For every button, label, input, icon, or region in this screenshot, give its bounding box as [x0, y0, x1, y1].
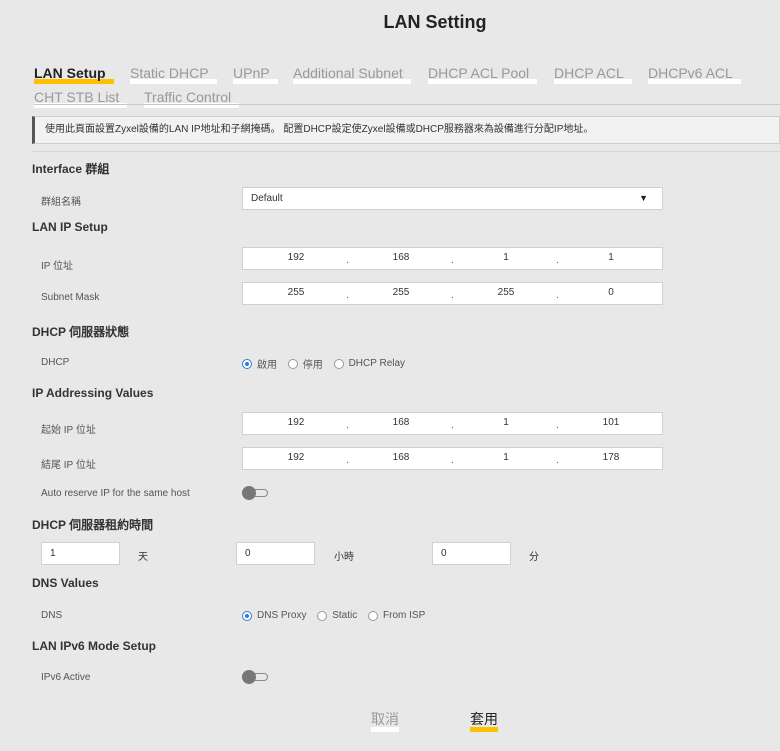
dns-radio-proxy[interactable]: DNS Proxy [242, 610, 306, 621]
group-name-select[interactable]: Default ▼ [242, 187, 663, 210]
start-ip-field: 192 . 168 . 1 . 101 [242, 412, 663, 435]
end-ip-octet-1[interactable]: 192 [256, 448, 336, 469]
radio-empty-icon [317, 610, 328, 621]
start-ip-octet-2[interactable]: 168 [361, 413, 441, 434]
end-ip-octet-4[interactable]: 178 [571, 448, 651, 469]
lease-days-input[interactable]: 1 [41, 542, 120, 565]
page-title: LAN Setting [383, 12, 487, 32]
lease-days-unit: 天 [138, 552, 148, 563]
tab-traffic-control[interactable]: Traffic Control [144, 88, 240, 108]
mask-octet-3[interactable]: 255 [466, 283, 546, 304]
cancel-button[interactable]: 取消 [371, 709, 399, 732]
mask-octet-2[interactable]: 255 [361, 283, 441, 304]
group-name-value: Default [251, 193, 283, 204]
auto-reserve-toggle[interactable] [242, 486, 269, 500]
end-ip-field: 192 . 168 . 1 . 178 [242, 447, 663, 470]
ip-octet-1[interactable]: 192 [256, 248, 336, 269]
toggle-knob [242, 486, 256, 500]
tab-upnp[interactable]: UPnP [233, 64, 278, 84]
apply-button[interactable]: 套用 [470, 709, 498, 732]
ip-octet-3[interactable]: 1 [466, 248, 546, 269]
ip-octet-2[interactable]: 168 [361, 248, 441, 269]
start-ip-octet-3[interactable]: 1 [466, 413, 546, 434]
dhcp-radio-enable[interactable]: 啟用 [242, 356, 277, 371]
lease-minutes-input[interactable]: 0 [432, 542, 511, 565]
radio-empty-icon [368, 610, 379, 621]
tab-dhcp-acl[interactable]: DHCP ACL [554, 64, 632, 84]
start-ip-label: 起始 IP 位址 [41, 425, 96, 436]
radio-empty-icon [333, 358, 344, 369]
section-ip-addressing: IP Addressing Values [32, 386, 154, 400]
subnet-mask-field: 255 . 255 . 255 . 0 [242, 282, 663, 305]
section-dhcp-server: DHCP 伺服器狀態 [32, 325, 130, 339]
tab-static-dhcp[interactable]: Static DHCP [130, 64, 217, 84]
section-interface-group: Interface 群組 [32, 162, 110, 176]
ip-address-label: IP 位址 [41, 261, 74, 272]
section-dns-values: DNS Values [32, 576, 99, 590]
subnet-mask-label: Subnet Mask [41, 292, 100, 303]
ip-address-field: 192 . 168 . 1 . 1 [242, 247, 663, 270]
divider [32, 151, 780, 152]
section-lan-ipv6: LAN IPv6 Mode Setup [32, 639, 157, 653]
ipv6-active-toggle[interactable] [242, 670, 269, 684]
dhcp-radio-group: 啟用 停用 DHCP Relay [242, 356, 413, 372]
section-lease-time: DHCP 伺服器租約時間 [32, 518, 154, 532]
dns-label: DNS [41, 610, 63, 621]
radio-checked-icon [242, 358, 252, 369]
lease-hours-unit: 小時 [334, 552, 354, 563]
toggle-knob [242, 670, 256, 684]
section-lan-ip-setup: LAN IP Setup [32, 220, 108, 234]
dhcp-radio-disable[interactable]: 停用 [287, 356, 323, 371]
end-ip-octet-3[interactable]: 1 [466, 448, 546, 469]
start-ip-octet-4[interactable]: 101 [571, 413, 651, 434]
mask-octet-4[interactable]: 0 [571, 283, 651, 304]
dns-radio-from-isp[interactable]: From ISP [368, 610, 425, 621]
end-ip-label: 結尾 IP 位址 [41, 460, 96, 471]
start-ip-octet-1[interactable]: 192 [256, 413, 336, 434]
tab-dhcpv6-acl[interactable]: DHCPv6 ACL [648, 64, 741, 84]
tab-additional-subnet[interactable]: Additional Subnet [293, 64, 411, 84]
auto-reserve-label: Auto reserve IP for the same host [41, 488, 190, 499]
radio-checked-icon [242, 610, 252, 621]
group-name-label: 群組名稱 [41, 197, 81, 208]
tab-lan-setup[interactable]: LAN Setup [34, 64, 114, 84]
caret-down-icon: ▼ [639, 193, 648, 203]
dhcp-radio-relay[interactable]: DHCP Relay [333, 358, 405, 369]
mask-octet-1[interactable]: 255 [256, 283, 336, 304]
ip-octet-4[interactable]: 1 [571, 248, 651, 269]
dns-radio-group: DNS Proxy Static From ISP [242, 610, 433, 624]
end-ip-octet-2[interactable]: 168 [361, 448, 441, 469]
lease-hours-input[interactable]: 0 [236, 542, 315, 565]
tab-dhcp-acl-pool[interactable]: DHCP ACL Pool [428, 64, 538, 84]
radio-empty-icon [287, 358, 298, 369]
tab-cht-stb-list[interactable]: CHT STB List [34, 88, 128, 108]
dhcp-label: DHCP [41, 357, 70, 368]
ipv6-active-label: IPv6 Active [41, 672, 91, 683]
dns-radio-static[interactable]: Static [317, 610, 357, 621]
lease-minutes-unit: 分 [529, 552, 539, 563]
info-notice: 使用此頁面設置Zyxel設備的LAN IP地址和子網掩碼。 配置DHCP設定使Z… [32, 116, 780, 144]
